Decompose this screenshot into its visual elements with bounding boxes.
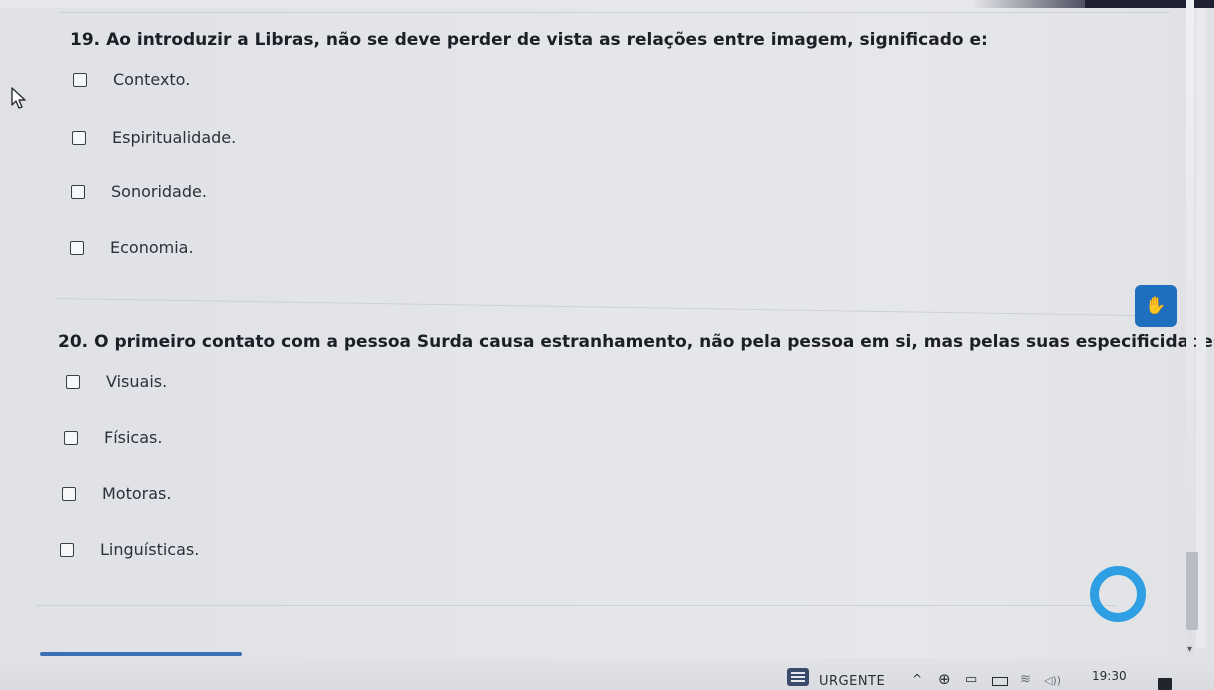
news-label[interactable]: URGENTE	[819, 674, 885, 689]
q19-option-3-checkbox[interactable]	[71, 184, 85, 199]
q20-option-4-label: Linguísticas.	[100, 540, 200, 559]
clock-time[interactable]: 19:30	[1092, 669, 1127, 683]
top-dark-bar	[1085, 0, 1214, 8]
q19-option-1-label: Contexto.	[113, 70, 191, 89]
q20-option-1-label: Visuais.	[106, 372, 168, 391]
q19-option-1-checkbox[interactable]	[73, 72, 87, 87]
taskbar	[0, 658, 1214, 690]
question-19-title: 19. Ao introduzir a Libras, não se deve p…	[70, 30, 988, 50]
q19-option-2[interactable]: Espiritualidade.	[72, 128, 236, 147]
q20-option-1-checkbox[interactable]	[66, 374, 80, 389]
q19-option-2-checkbox[interactable]	[72, 130, 86, 145]
display-icon[interactable]: ▭	[965, 672, 977, 687]
news-icon[interactable]	[787, 668, 809, 686]
progress-bar	[40, 652, 242, 656]
q19-option-4-label: Economia.	[110, 238, 194, 257]
scrollbar-thumb[interactable]	[1186, 552, 1198, 630]
q20-option-4[interactable]: Linguísticas.	[60, 540, 199, 559]
q19-option-2-label: Espiritualidade.	[112, 128, 237, 147]
volume-icon[interactable]: ◁))	[1044, 674, 1061, 687]
q20-option-3-checkbox[interactable]	[62, 486, 76, 501]
q19-option-1[interactable]: Contexto.	[73, 70, 190, 89]
question-19-number: 19.	[70, 30, 101, 50]
notification-icon[interactable]	[1158, 678, 1172, 690]
q19-option-4[interactable]: Economia.	[70, 238, 194, 257]
q20-option-2[interactable]: Físicas.	[64, 428, 162, 447]
q20-option-2-label: Físicas.	[104, 428, 163, 447]
top-strip	[0, 0, 1214, 8]
question-20-number: 20.	[58, 332, 89, 352]
hand-sign-icon: ✋	[1145, 296, 1167, 316]
question-20-text: O primeiro contato com a pessoa Surda ca…	[94, 332, 1214, 352]
separator-bottom	[36, 605, 1116, 606]
question-19-text: Ao introduzir a Libras, não se deve perd…	[106, 30, 988, 50]
separator-middle	[55, 298, 1176, 317]
separator-top	[60, 12, 1170, 13]
q19-option-3[interactable]: Sonoridade.	[71, 182, 207, 201]
chevron-up-icon[interactable]: ^	[912, 672, 922, 686]
globe-icon[interactable]: ⊕	[938, 670, 951, 688]
q19-option-4-checkbox[interactable]	[70, 240, 84, 255]
accessibility-widget-button[interactable]: ✋	[1135, 285, 1177, 327]
q19-option-3-label: Sonoridade.	[111, 182, 207, 201]
q20-option-3-label: Motoras.	[102, 484, 172, 503]
q20-option-3[interactable]: Motoras.	[62, 484, 171, 503]
q20-option-2-checkbox[interactable]	[64, 430, 78, 445]
question-20-title: 20. O primeiro contato com a pessoa Surda…	[58, 332, 1214, 352]
battery-icon[interactable]	[992, 677, 1008, 686]
mouse-cursor-icon	[11, 87, 26, 109]
wifi-icon[interactable]: ≋	[1020, 672, 1031, 687]
q20-option-4-checkbox[interactable]	[60, 542, 74, 557]
loading-ring-icon	[1090, 566, 1146, 622]
q20-option-1[interactable]: Visuais.	[66, 372, 167, 391]
scroll-down-arrow-icon[interactable]: ▾	[1187, 644, 1192, 655]
